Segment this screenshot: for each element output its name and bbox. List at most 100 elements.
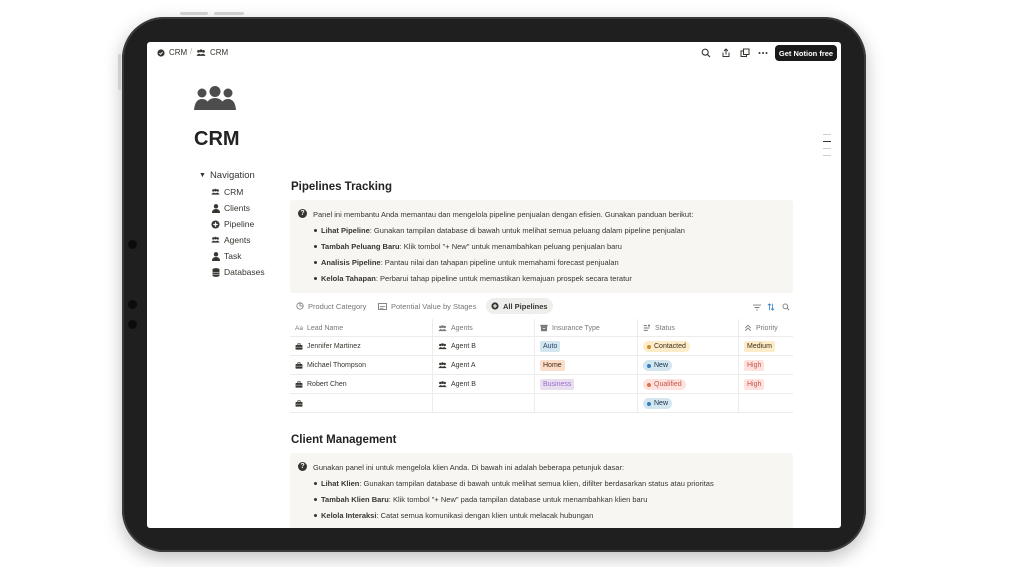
navigation-toggle[interactable]: ▼ Navigation	[199, 170, 255, 181]
page-outline[interactable]	[823, 134, 831, 162]
column-header-agents[interactable]: Agents	[433, 319, 535, 337]
status-icon	[643, 324, 651, 331]
nav-item-label: Task	[224, 251, 242, 261]
table-row[interactable]: Robert Chen Agent B Business Qualified H…	[290, 375, 793, 394]
status-badge: New	[643, 360, 673, 371]
insurance-type-cell[interactable]	[535, 394, 638, 413]
plus-circle-icon	[211, 219, 220, 229]
status-badge: New	[643, 398, 673, 409]
search-icon[interactable]	[700, 47, 712, 59]
navigation-heading: Navigation	[209, 170, 255, 181]
people-icon	[438, 343, 447, 350]
page-title: CRM	[194, 128, 240, 150]
status-cell[interactable]: New	[638, 394, 739, 413]
archive-icon	[540, 324, 548, 332]
database-icon	[211, 267, 220, 277]
lead-name-cell[interactable]: Jennifer Martinez	[290, 337, 433, 356]
column-header-lead-name[interactable]: Aa Lead Name	[290, 319, 433, 337]
lead-name-cell[interactable]	[290, 394, 433, 413]
table-row[interactable]: New	[290, 394, 793, 413]
duplicate-icon[interactable]	[739, 47, 751, 59]
nav-item-label: Agents	[224, 235, 251, 245]
priority-cell[interactable]: Medium	[739, 337, 793, 356]
priority-cell[interactable]: High	[739, 356, 793, 375]
insurance-type-tag: Auto	[540, 341, 561, 352]
agent-cell[interactable]	[433, 394, 535, 413]
camera-dot	[128, 300, 137, 309]
chart-icon	[378, 302, 387, 310]
tablet-top-button-left	[180, 12, 208, 15]
nav-item-agents[interactable]: Agents	[211, 235, 250, 245]
people-icon	[438, 324, 447, 331]
question-circle-icon: ?	[298, 209, 307, 218]
status-badge: Qualified	[643, 379, 686, 390]
agent-cell[interactable]: Agent B	[433, 375, 535, 394]
filter-icon[interactable]	[752, 302, 762, 312]
lead-name-cell[interactable]: Robert Chen	[290, 375, 433, 394]
lead-name-cell[interactable]: Michael Thompson	[290, 356, 433, 375]
status-cell[interactable]: Qualified	[638, 375, 739, 394]
insurance-type-cell[interactable]: Auto	[535, 337, 638, 356]
top-bar: CRM / CRM Get Notion free	[147, 42, 841, 64]
priority-cell[interactable]	[739, 394, 793, 413]
breadcrumb-label: CRM	[169, 48, 188, 57]
table-row[interactable]: Michael Thompson Agent A Home New High	[290, 356, 793, 375]
tab-potential-value[interactable]: Potential Value by Stages	[373, 298, 481, 314]
share-icon[interactable]	[720, 47, 732, 59]
callout-intro: Panel ini membantu Anda memantau dan men…	[313, 210, 694, 219]
get-notion-free-button[interactable]: Get Notion free	[775, 45, 837, 61]
people-group-icon	[194, 86, 236, 117]
tab-product-category[interactable]: Product Category	[291, 298, 371, 314]
people-icon	[196, 48, 206, 56]
pipelines-callout: ? Panel ini membantu Anda memantau dan m…	[290, 200, 793, 293]
status-badge: Contacted	[643, 341, 690, 352]
nav-item-databases[interactable]: Databases	[211, 267, 265, 277]
nav-item-task[interactable]: Task	[211, 251, 241, 261]
callout-bullet: Tambah Klien Baru: Klik tombol "+ New" p…	[313, 495, 648, 504]
briefcase-icon	[295, 343, 303, 350]
text-property-icon: Aa	[295, 324, 303, 332]
priority-cell[interactable]: High	[739, 375, 793, 394]
briefcase-icon	[295, 400, 303, 407]
nav-item-label: Databases	[224, 267, 265, 277]
agent-cell[interactable]: Agent A	[433, 356, 535, 375]
plus-circle-icon	[491, 302, 499, 310]
tablet-side-button	[118, 54, 121, 90]
table-search-icon[interactable]	[781, 302, 791, 312]
more-icon[interactable]	[757, 47, 769, 59]
insurance-type-tag: Home	[540, 360, 565, 371]
priority-tag: High	[744, 379, 765, 390]
callout-bullet: Kelola Tahapan: Perbarui tahap pipeline …	[314, 274, 632, 283]
breadcrumb-item-2[interactable]: CRM	[196, 48, 228, 57]
status-cell[interactable]: Contacted	[638, 337, 739, 356]
nav-item-label: Pipeline	[224, 219, 255, 229]
column-header-insurance-type[interactable]: Insurance Type	[535, 319, 638, 337]
briefcase-icon	[295, 362, 303, 369]
column-header-priority[interactable]: Priority	[739, 319, 793, 337]
insurance-type-cell[interactable]: Home	[535, 356, 638, 375]
nav-item-crm[interactable]: CRM	[211, 187, 243, 197]
people-icon	[438, 381, 447, 388]
breadcrumb-label: CRM	[210, 48, 229, 57]
agent-cell[interactable]: Agent B	[433, 337, 535, 356]
insurance-type-cell[interactable]: Business	[535, 375, 638, 394]
table-row[interactable]: Jennifer Martinez Agent B Auto Contacted…	[290, 337, 793, 356]
tab-all-pipelines[interactable]: All Pipelines	[486, 298, 553, 314]
nav-item-pipeline[interactable]: Pipeline	[211, 219, 254, 229]
callout-bullet: Lihat Pipeline: Gunakan tampilan databas…	[314, 226, 685, 235]
nav-item-clients[interactable]: Clients	[211, 203, 250, 213]
callout-intro: Gunakan panel ini untuk mengelola klien …	[313, 463, 625, 472]
nav-item-label: CRM	[224, 187, 244, 197]
callout-bullet: Lihat Klien: Gunakan tampilan database d…	[314, 479, 714, 488]
priority-tag: Medium	[744, 341, 775, 352]
tablet-screen: CRM / CRM Get Notion free CRM ▼ Navigati…	[147, 42, 841, 528]
camera-dot	[128, 240, 137, 249]
callout-bullet: Analisis Pipeline: Pantau nilai dan taha…	[314, 258, 619, 267]
client-management-title: Client Management	[291, 434, 397, 446]
nav-item-label: Clients	[224, 203, 250, 213]
column-header-status[interactable]: Status	[638, 319, 739, 337]
people-icon	[211, 188, 220, 197]
sort-icon[interactable]	[766, 302, 776, 312]
status-cell[interactable]: New	[638, 356, 739, 375]
breadcrumb-item-1[interactable]: CRM	[157, 48, 187, 57]
